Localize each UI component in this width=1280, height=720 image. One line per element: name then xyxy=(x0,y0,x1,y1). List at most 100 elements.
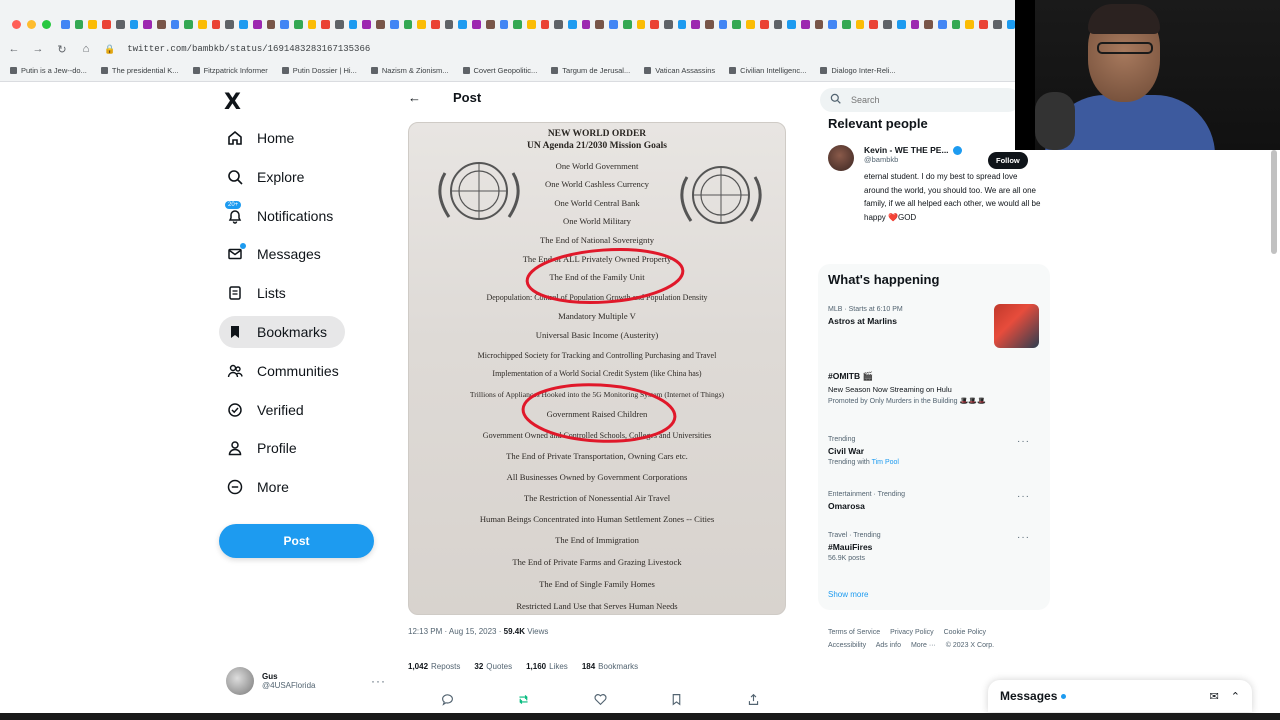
post-button[interactable]: Post xyxy=(219,524,374,558)
tab-favicon-icon[interactable] xyxy=(705,19,714,29)
tab-favicon-icon[interactable] xyxy=(143,19,152,29)
tab-favicon-icon[interactable] xyxy=(348,19,358,29)
bookmark-item[interactable]: Targum de Jerusal... xyxy=(551,66,630,75)
sidebar-item-profile[interactable]: Profile xyxy=(219,432,389,464)
search-input[interactable] xyxy=(851,95,1001,105)
tab-favicon-icon[interactable] xyxy=(403,19,413,29)
forward-nav-icon[interactable]: → xyxy=(28,43,48,55)
tab-favicon-icon[interactable] xyxy=(335,19,344,29)
tab-favicon-icon[interactable] xyxy=(910,19,920,29)
trend-item[interactable]: Travel · Trending #MauiFires 56.9K posts… xyxy=(828,532,1040,562)
tab-favicon-icon[interactable] xyxy=(540,19,550,29)
bookmark-item[interactable]: Vatican Assassins xyxy=(644,66,715,75)
bookmarks-stat[interactable]: 184 Bookmarks xyxy=(582,662,638,671)
tab-favicon-icon[interactable] xyxy=(938,19,947,29)
bookmark-item[interactable]: The presidential K... xyxy=(100,66,179,75)
tab-favicon-icon[interactable] xyxy=(321,19,331,29)
tab-favicon-icon[interactable] xyxy=(472,19,481,29)
tab-favicon-icon[interactable] xyxy=(869,19,879,29)
tab-favicon-icon[interactable] xyxy=(88,19,98,29)
messages-dock[interactable]: Messages ✉ ⌃ xyxy=(988,680,1252,712)
sidebar-item-explore[interactable]: Explore xyxy=(219,161,389,193)
tab-favicon-icon[interactable] xyxy=(239,19,248,29)
tab-favicon-icon[interactable] xyxy=(362,19,372,29)
tab-favicon-icon[interactable] xyxy=(526,19,536,29)
tab-favicon-icon[interactable] xyxy=(595,19,605,29)
back-arrow-icon[interactable]: ← xyxy=(408,90,421,105)
bookmark-action-icon[interactable] xyxy=(670,692,684,706)
tab-favicon-icon[interactable] xyxy=(581,19,591,29)
more-dots-icon[interactable]: ··· xyxy=(371,674,386,688)
tab-favicon-icon[interactable] xyxy=(677,19,687,29)
more-dots-icon[interactable]: ··· xyxy=(1017,491,1030,502)
like-icon[interactable] xyxy=(593,692,607,706)
close-window-button[interactable] xyxy=(12,19,21,29)
tab-favicon-icon[interactable] xyxy=(568,19,577,29)
x-logo-icon[interactable]: X xyxy=(224,90,241,115)
tab-favicon-icon[interactable] xyxy=(513,19,522,29)
follow-button[interactable]: Follow xyxy=(988,152,1028,169)
footer-link[interactable]: Terms of Service xyxy=(828,629,880,636)
tab-favicon-icon[interactable] xyxy=(691,19,701,29)
home-nav-icon[interactable]: ⌂ xyxy=(76,43,96,55)
tab-favicon-icon[interactable] xyxy=(170,19,180,29)
trend-thumbnail[interactable] xyxy=(994,304,1039,348)
tab-favicon-icon[interactable] xyxy=(924,19,933,29)
sidebar-item-verified[interactable]: Verified xyxy=(219,394,389,426)
bookmark-item[interactable]: Nazism & Zionism... xyxy=(370,66,449,75)
tab-favicon-icon[interactable] xyxy=(417,19,426,29)
more-dots-icon[interactable]: ··· xyxy=(1017,436,1030,447)
tab-favicons[interactable] xyxy=(61,18,1015,30)
tab-favicon-icon[interactable] xyxy=(992,19,1002,29)
tab-favicon-icon[interactable] xyxy=(485,19,495,29)
back-nav-icon[interactable]: ← xyxy=(4,43,24,55)
tab-favicon-icon[interactable] xyxy=(951,19,961,29)
sidebar-item-bookmarks[interactable]: Bookmarks xyxy=(219,315,345,348)
trend-item[interactable]: Trending Civil War Trending with Tim Poo… xyxy=(828,436,1040,466)
minimize-window-button[interactable] xyxy=(27,19,36,29)
tab-favicon-icon[interactable] xyxy=(883,19,892,29)
tab-favicon-icon[interactable] xyxy=(252,19,262,29)
tab-favicon-icon[interactable] xyxy=(266,19,276,29)
tab-favicon-icon[interactable] xyxy=(979,19,988,29)
tab-favicon-icon[interactable] xyxy=(156,19,166,29)
tab-favicon-icon[interactable] xyxy=(74,19,84,29)
tab-favicon-icon[interactable] xyxy=(115,19,125,29)
bookmark-item[interactable]: Putin is a Jew--do... xyxy=(10,66,87,75)
tab-favicon-icon[interactable] xyxy=(828,19,838,29)
tab-favicon-icon[interactable] xyxy=(814,19,824,29)
chevron-up-icon[interactable]: ⌃ xyxy=(1231,690,1240,703)
footer-link[interactable]: Ads info xyxy=(876,642,901,649)
sidebar-item-home[interactable]: Home xyxy=(219,122,389,154)
scrollbar-thumb[interactable] xyxy=(1271,150,1277,254)
tab-favicon-icon[interactable] xyxy=(746,19,755,29)
new-message-icon[interactable]: ✉ xyxy=(1210,690,1219,703)
quotes-stat[interactable]: 32 Quotes xyxy=(474,662,512,671)
tab-favicon-icon[interactable] xyxy=(636,19,646,29)
bookmark-item[interactable]: Civilian Intelligenc... xyxy=(729,66,806,75)
show-more-link[interactable]: Show more xyxy=(828,590,868,599)
tab-favicon-icon[interactable] xyxy=(855,19,865,29)
trend-link[interactable]: Tim Pool xyxy=(872,459,899,466)
footer-link[interactable]: Cookie Policy xyxy=(944,629,986,636)
tab-favicon-icon[interactable] xyxy=(225,19,235,29)
trend-item[interactable]: #OMITB 🎬 New Season Now Streaming on Hul… xyxy=(828,368,1040,405)
tab-favicon-icon[interactable] xyxy=(609,19,618,29)
tab-favicon-icon[interactable] xyxy=(102,19,111,29)
avatar[interactable] xyxy=(828,145,854,171)
scrollbar[interactable] xyxy=(1270,150,1278,680)
tab-favicon-icon[interactable] xyxy=(896,19,906,29)
sidebar-item-more[interactable]: More xyxy=(219,471,389,503)
reply-icon[interactable] xyxy=(440,692,454,706)
share-icon[interactable] xyxy=(746,692,760,706)
tab-favicon-icon[interactable] xyxy=(61,19,70,29)
tab-favicon-icon[interactable] xyxy=(787,19,796,29)
trend-item[interactable]: Entertainment · Trending Omarosa ··· xyxy=(828,491,1040,511)
tab-favicon-icon[interactable] xyxy=(718,19,728,29)
tab-favicon-icon[interactable] xyxy=(759,19,769,29)
bookmark-item[interactable]: Putin Dossier | Hi... xyxy=(281,66,357,75)
likes-stat[interactable]: 1,160 Likes xyxy=(526,662,568,671)
tab-favicon-icon[interactable] xyxy=(650,19,659,29)
maximize-window-button[interactable] xyxy=(42,19,51,29)
reload-icon[interactable]: ↻ xyxy=(52,43,72,56)
